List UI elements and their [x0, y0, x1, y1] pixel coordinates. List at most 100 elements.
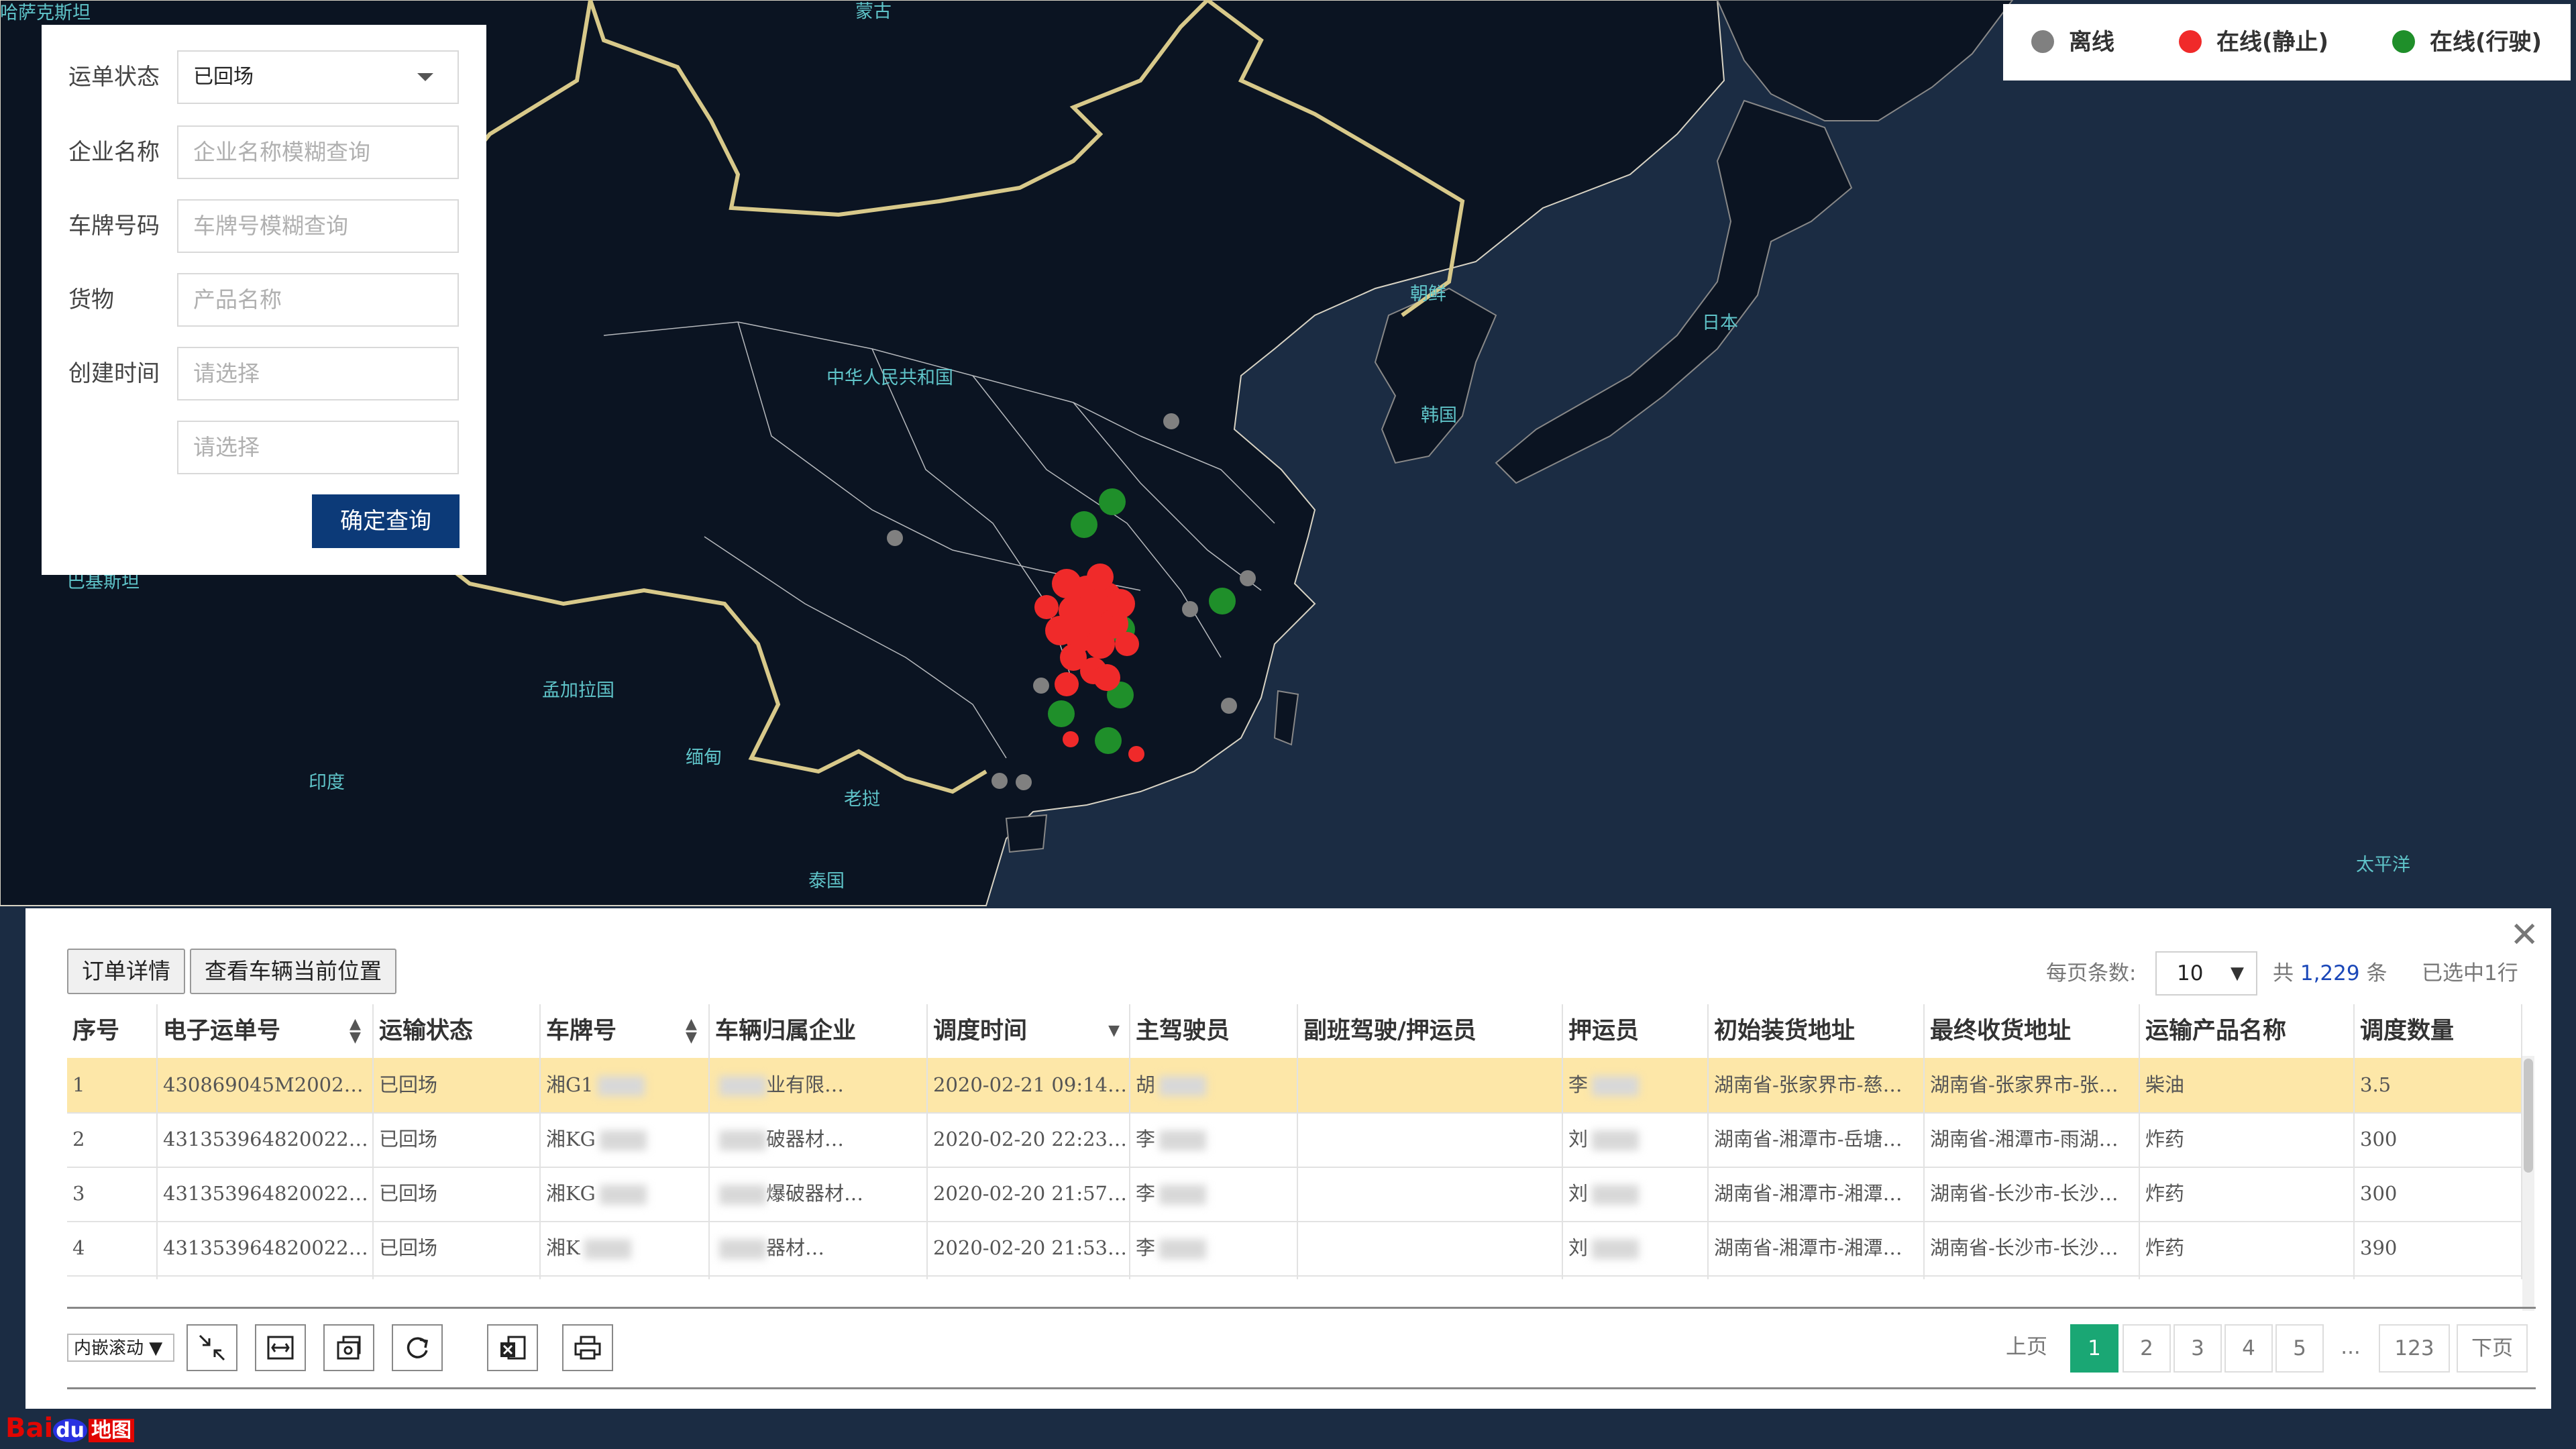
created-end-row: 请选择	[42, 421, 486, 474]
vehicle-marker-online-stationary[interactable]	[1063, 731, 1079, 747]
vehicle-marker-online-moving[interactable]	[1048, 700, 1075, 727]
redacted-blur	[584, 1239, 631, 1259]
svg-text:孟加拉国: 孟加拉国	[542, 680, 614, 701]
moving-dot-icon	[2392, 30, 2415, 53]
table-cell: 李	[1130, 1112, 1298, 1167]
table-cell: 刘	[1563, 1112, 1709, 1167]
table-cell: 已回场	[374, 1275, 541, 1279]
table-cell: 业有限…	[710, 1058, 928, 1112]
offline-dot-icon	[2031, 30, 2054, 53]
table-row[interactable]: 3431353964820022000…已回场湘KG爆破器材…2020-02-2…	[67, 1167, 2522, 1222]
scrollbar-thumb[interactable]	[2524, 1059, 2533, 1173]
svg-text:中华人民共和国: 中华人民共和国	[826, 368, 953, 388]
hainan-island	[1005, 814, 1048, 853]
table-row[interactable]: 4431353964820022000…已回场湘K器材…2020-02-20 2…	[67, 1221, 2522, 1277]
created-row: 创建时间 请选择	[42, 347, 486, 400]
close-icon[interactable]: ✕	[2510, 915, 2539, 955]
table-cell: 湖南省-湘潭市-雨湖…	[1709, 1275, 1925, 1279]
redacted-blur	[719, 1076, 766, 1096]
status-row: 运单状态 已回场	[42, 50, 486, 104]
page-button[interactable]: ...	[2326, 1324, 2375, 1373]
table-cell: 湖南省-湘潭市-湘潭…	[1709, 1221, 1925, 1275]
redacted-blur	[599, 1130, 647, 1150]
table-cell: 器材…	[710, 1221, 928, 1275]
vehicle-marker-offline[interactable]	[1033, 678, 1049, 694]
vehicle-marker-online-moving[interactable]	[1209, 588, 1236, 614]
svg-text:泰国: 泰国	[808, 871, 845, 892]
svg-text:哈萨克斯坦: 哈萨克斯坦	[0, 3, 91, 23]
table-cell: 破器材…	[710, 1112, 928, 1167]
table-cell: 湘AR	[541, 1275, 710, 1279]
toolbar-divider-top	[67, 1307, 2536, 1309]
redacted-blur	[599, 1185, 647, 1205]
vehicle-marker-offline[interactable]	[887, 530, 903, 546]
date-start-input[interactable]: 请选择	[177, 347, 459, 400]
page-button[interactable]: 2	[2123, 1324, 2171, 1373]
table-cell	[1298, 1167, 1563, 1221]
table-cell	[1298, 1112, 1563, 1167]
chevron-down-icon	[417, 73, 433, 81]
svg-text:蒙古: 蒙古	[855, 1, 892, 22]
table-cell: 20	[2355, 1275, 2522, 1279]
query-button[interactable]: 确定查询	[312, 494, 460, 548]
table-cell: 湘KG	[541, 1167, 710, 1221]
vehicle-marker-offline[interactable]	[1240, 570, 1256, 586]
table-cell: 李	[1130, 1221, 1298, 1275]
redacted-blur	[1159, 1130, 1207, 1150]
page-button[interactable]: 下页	[2457, 1324, 2528, 1373]
vehicle-position-button[interactable]: 查看车辆当前位置	[190, 949, 396, 994]
table-cell: 湘K	[541, 1221, 710, 1275]
redacted-blur	[719, 1130, 766, 1150]
page-button[interactable]: 3	[2174, 1324, 2222, 1373]
redacted-blur	[1159, 1185, 1207, 1205]
vehicle-marker-online-moving[interactable]	[1099, 488, 1126, 515]
vehicle-marker-offline[interactable]	[1182, 601, 1198, 617]
table-cell: 1	[67, 1058, 158, 1112]
total-count: 共 1,229 条	[2273, 961, 2387, 985]
table-cell	[1298, 1275, 1563, 1279]
page-button[interactable]: 5	[2275, 1324, 2324, 1373]
svg-text:老挝: 老挝	[844, 789, 880, 810]
table-cell: 李	[1563, 1058, 1709, 1112]
vehicle-marker-offline[interactable]	[1016, 774, 1032, 790]
status-select[interactable]: 已回场	[177, 50, 459, 104]
redacted-blur	[1159, 1076, 1207, 1096]
table-row[interactable]: 1430869045M20022100…已回场湘G1业有限…2020-02-21…	[67, 1058, 2522, 1114]
page-button[interactable]: 1	[2070, 1324, 2118, 1373]
table-cell: 2	[67, 1112, 158, 1167]
company-input[interactable]: 企业名称模糊查询	[177, 125, 459, 179]
page-button[interactable]: 4	[2224, 1324, 2273, 1373]
table-cell: 刘	[1563, 1275, 1709, 1279]
table-cell: 炸药	[2140, 1221, 2355, 1275]
page-button[interactable]: 上页	[1984, 1324, 2069, 1373]
table-cell: 300	[2355, 1112, 2522, 1167]
vehicle-marker-online-moving[interactable]	[1095, 727, 1122, 754]
table-row[interactable]: 5430179361D20022000…已回场湘AR流有限…2020-02-20…	[67, 1275, 2522, 1279]
vehicle-marker-offline[interactable]	[991, 773, 1008, 789]
page-size-select[interactable]: 10 ▼	[2155, 951, 2257, 996]
redacted-blur	[1592, 1239, 1640, 1259]
goods-input[interactable]: 产品名称	[177, 273, 459, 327]
vertical-scrollbar[interactable]	[2522, 1056, 2534, 1311]
table-cell: 已回场	[374, 1058, 541, 1112]
vehicle-marker-online-moving[interactable]	[1071, 511, 1097, 538]
legend-online-moving: 在线(行驶)	[2392, 4, 2542, 80]
date-end-input[interactable]: 请选择	[177, 421, 459, 474]
table-cell: 湖南省-长沙市-长沙…	[1925, 1221, 2140, 1275]
order-detail-button[interactable]: 订单详情	[67, 949, 185, 994]
table-cell: 431353964820022000…	[158, 1221, 374, 1275]
plate-input[interactable]: 车牌号模糊查询	[177, 199, 459, 253]
page-button[interactable]: 123	[2379, 1324, 2450, 1373]
table-cell: 2020-02-20 21:53…	[928, 1221, 1130, 1275]
table-cell: 李	[1130, 1275, 1298, 1279]
table-cell: 430179361D20022000…	[158, 1275, 374, 1279]
vehicle-marker-online-stationary[interactable]	[1128, 746, 1144, 762]
vehicle-marker-offline[interactable]	[1163, 413, 1179, 429]
vehicle-marker-offline[interactable]	[1221, 698, 1237, 714]
table-cell: 湖南省-长沙市-天心…	[1925, 1275, 2140, 1279]
table-cell: 3.5	[2355, 1058, 2522, 1112]
table-cell: 炸药	[2140, 1112, 2355, 1167]
table-row[interactable]: 2431353964820022000…已回场湘KG破器材…2020-02-20…	[67, 1112, 2522, 1168]
redacted-blur	[597, 1076, 645, 1096]
table-cell: 431353964820022000…	[158, 1112, 374, 1167]
